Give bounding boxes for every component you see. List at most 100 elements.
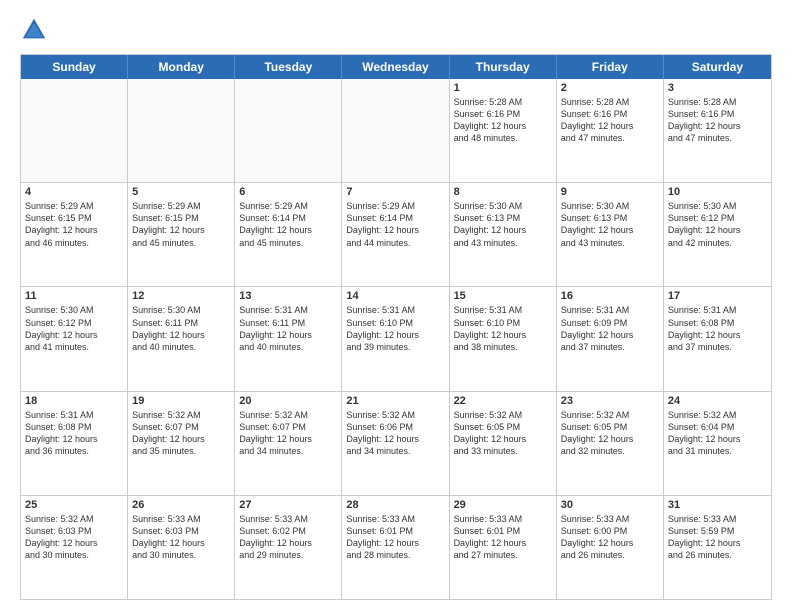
day-number: 27 — [239, 499, 337, 511]
calendar-cell: 15Sunrise: 5:31 AM Sunset: 6:10 PM Dayli… — [450, 287, 557, 390]
cell-text: Sunrise: 5:32 AM Sunset: 6:06 PM Dayligh… — [346, 409, 444, 458]
calendar-cell: 13 Sunrise: 5:31 AM Sunset: 6:11 PM Dayli… — [235, 287, 342, 390]
calendar-cell: 25 Sunrise: 5:32 AM Sunset: 6:03 PM Dayli… — [21, 496, 128, 599]
calendar-cell: 23 Sunrise: 5:32 AM Sunset: 6:05 PM Dayli… — [557, 392, 664, 495]
day-number: 20 — [239, 395, 337, 407]
page: SundayMondayTuesdayWednesdayThursdayFrid… — [0, 0, 792, 612]
cell-text: Sunrise: 5:30 AM Sunset: 6:12 PM Dayligh… — [668, 200, 767, 249]
day-number: 14 — [346, 290, 444, 302]
calendar-cell: 21 Sunrise: 5:32 AM Sunset: 6:06 PM Dayli… — [342, 392, 449, 495]
cell-text: Sunrise: 5:29 AM Sunset: 6:15 PM Dayligh… — [25, 200, 123, 249]
calendar-cell: 2Sunrise: 5:28 AM Sunset: 6:16 PM Daylig… — [557, 79, 664, 182]
calendar-cell: 16 Sunrise: 5:31 AM Sunset: 6:09 PM Dayli… — [557, 287, 664, 390]
cell-text: Sunrise: 5:30 AM Sunset: 6:13 PM Dayligh… — [561, 200, 659, 249]
calendar-cell: 30 Sunrise: 5:33 AM Sunset: 6:00 PM Dayli… — [557, 496, 664, 599]
cell-text: Sunrise: 5:33 AM Sunset: 6:03 PM Dayligh… — [132, 513, 230, 562]
calendar-cell: 17Sunrise: 5:31 AM Sunset: 6:08 PM Dayli… — [664, 287, 771, 390]
cell-text: Sunrise: 5:29 AM Sunset: 6:15 PM Dayligh… — [132, 200, 230, 249]
cell-text: Sunrise: 5:28 AM Sunset: 6:16 PM Dayligh… — [454, 96, 552, 145]
cell-text: Sunrise: 5:32 AM Sunset: 6:07 PM Dayligh… — [239, 409, 337, 458]
day-number: 13 — [239, 290, 337, 302]
day-number: 11 — [25, 290, 123, 302]
calendar-cell: 12Sunrise: 5:30 AM Sunset: 6:11 PM Dayli… — [128, 287, 235, 390]
calendar-cell: 3 Sunrise: 5:28 AM Sunset: 6:16 PM Daylig… — [664, 79, 771, 182]
cell-text: Sunrise: 5:33 AM Sunset: 6:01 PM Dayligh… — [346, 513, 444, 562]
day-number: 1 — [454, 82, 552, 94]
calendar-cell: 20 Sunrise: 5:32 AM Sunset: 6:07 PM Dayli… — [235, 392, 342, 495]
calendar-cell: 26 Sunrise: 5:33 AM Sunset: 6:03 PM Dayli… — [128, 496, 235, 599]
day-number: 24 — [668, 395, 767, 407]
header-day-saturday: Saturday — [664, 55, 771, 79]
cell-text: Sunrise: 5:30 AM Sunset: 6:11 PM Dayligh… — [132, 304, 230, 353]
header — [20, 16, 772, 44]
cell-text: Sunrise: 5:32 AM Sunset: 6:04 PM Dayligh… — [668, 409, 767, 458]
cell-text: Sunrise: 5:31 AM Sunset: 6:08 PM Dayligh… — [25, 409, 123, 458]
cell-text: Sunrise: 5:33 AM Sunset: 6:00 PM Dayligh… — [561, 513, 659, 562]
calendar-cell: 6Sunrise: 5:29 AM Sunset: 6:14 PM Daylig… — [235, 183, 342, 286]
logo-icon — [20, 16, 48, 44]
calendar-cell: 24 Sunrise: 5:32 AM Sunset: 6:04 PM Dayli… — [664, 392, 771, 495]
day-number: 26 — [132, 499, 230, 511]
header-day-sunday: Sunday — [21, 55, 128, 79]
calendar-cell: 28 Sunrise: 5:33 AM Sunset: 6:01 PM Dayli… — [342, 496, 449, 599]
cell-text: Sunrise: 5:28 AM Sunset: 6:16 PM Dayligh… — [668, 96, 767, 145]
calendar-row-3: 11 Sunrise: 5:30 AM Sunset: 6:12 PM Dayli… — [21, 287, 771, 391]
cell-text: Sunrise: 5:32 AM Sunset: 6:03 PM Dayligh… — [25, 513, 123, 562]
cell-text: Sunrise: 5:33 AM Sunset: 6:02 PM Dayligh… — [239, 513, 337, 562]
day-number: 19 — [132, 395, 230, 407]
cell-text: Sunrise: 5:32 AM Sunset: 6:05 PM Dayligh… — [454, 409, 552, 458]
day-number: 3 — [668, 82, 767, 94]
cell-text: Sunrise: 5:33 AM Sunset: 6:01 PM Dayligh… — [454, 513, 552, 562]
day-number: 31 — [668, 499, 767, 511]
calendar-cell: 11 Sunrise: 5:30 AM Sunset: 6:12 PM Dayli… — [21, 287, 128, 390]
cell-text: Sunrise: 5:29 AM Sunset: 6:14 PM Dayligh… — [346, 200, 444, 249]
logo — [20, 16, 52, 44]
day-number: 4 — [25, 186, 123, 198]
day-number: 2 — [561, 82, 659, 94]
calendar-cell: 4 Sunrise: 5:29 AM Sunset: 6:15 PM Daylig… — [21, 183, 128, 286]
cell-text: Sunrise: 5:30 AM Sunset: 6:12 PM Dayligh… — [25, 304, 123, 353]
calendar-cell: 14 Sunrise: 5:31 AM Sunset: 6:10 PM Dayli… — [342, 287, 449, 390]
calendar-cell — [128, 79, 235, 182]
calendar-row-4: 18 Sunrise: 5:31 AM Sunset: 6:08 PM Dayli… — [21, 392, 771, 496]
calendar-cell — [235, 79, 342, 182]
calendar-cell: 5 Sunrise: 5:29 AM Sunset: 6:15 PM Daylig… — [128, 183, 235, 286]
day-number: 25 — [25, 499, 123, 511]
day-number: 15 — [454, 290, 552, 302]
day-number: 6 — [239, 186, 337, 198]
calendar-cell: 22 Sunrise: 5:32 AM Sunset: 6:05 PM Dayli… — [450, 392, 557, 495]
day-number: 18 — [25, 395, 123, 407]
day-number: 30 — [561, 499, 659, 511]
calendar-header: SundayMondayTuesdayWednesdayThursdayFrid… — [21, 55, 771, 79]
calendar-cell: 9 Sunrise: 5:30 AM Sunset: 6:13 PM Daylig… — [557, 183, 664, 286]
header-day-wednesday: Wednesday — [342, 55, 449, 79]
day-number: 29 — [454, 499, 552, 511]
day-number: 9 — [561, 186, 659, 198]
calendar-cell: 7 Sunrise: 5:29 AM Sunset: 6:14 PM Daylig… — [342, 183, 449, 286]
calendar-cell — [342, 79, 449, 182]
calendar-cell: 27 Sunrise: 5:33 AM Sunset: 6:02 PM Dayli… — [235, 496, 342, 599]
header-day-thursday: Thursday — [450, 55, 557, 79]
calendar-cell: 29 Sunrise: 5:33 AM Sunset: 6:01 PM Dayli… — [450, 496, 557, 599]
day-number: 7 — [346, 186, 444, 198]
day-number: 23 — [561, 395, 659, 407]
calendar-cell: 19 Sunrise: 5:32 AM Sunset: 6:07 PM Dayli… — [128, 392, 235, 495]
day-number: 16 — [561, 290, 659, 302]
calendar-cell: 18 Sunrise: 5:31 AM Sunset: 6:08 PM Dayli… — [21, 392, 128, 495]
day-number: 22 — [454, 395, 552, 407]
header-day-friday: Friday — [557, 55, 664, 79]
cell-text: Sunrise: 5:32 AM Sunset: 6:07 PM Dayligh… — [132, 409, 230, 458]
cell-text: Sunrise: 5:30 AM Sunset: 6:13 PM Dayligh… — [454, 200, 552, 249]
day-number: 17 — [668, 290, 767, 302]
day-number: 5 — [132, 186, 230, 198]
cell-text: Sunrise: 5:31 AM Sunset: 6:09 PM Dayligh… — [561, 304, 659, 353]
day-number: 21 — [346, 395, 444, 407]
day-number: 28 — [346, 499, 444, 511]
cell-text: Sunrise: 5:32 AM Sunset: 6:05 PM Dayligh… — [561, 409, 659, 458]
cell-text: Sunrise: 5:31 AM Sunset: 6:11 PM Dayligh… — [239, 304, 337, 353]
calendar-row-5: 25 Sunrise: 5:32 AM Sunset: 6:03 PM Dayli… — [21, 496, 771, 599]
cell-text: Sunrise: 5:31 AM Sunset: 6:10 PM Dayligh… — [346, 304, 444, 353]
calendar-cell: 10Sunrise: 5:30 AM Sunset: 6:12 PM Dayli… — [664, 183, 771, 286]
calendar-row-1: 1 Sunrise: 5:28 AM Sunset: 6:16 PM Daylig… — [21, 79, 771, 183]
calendar-cell: 31Sunrise: 5:33 AM Sunset: 5:59 PM Dayli… — [664, 496, 771, 599]
